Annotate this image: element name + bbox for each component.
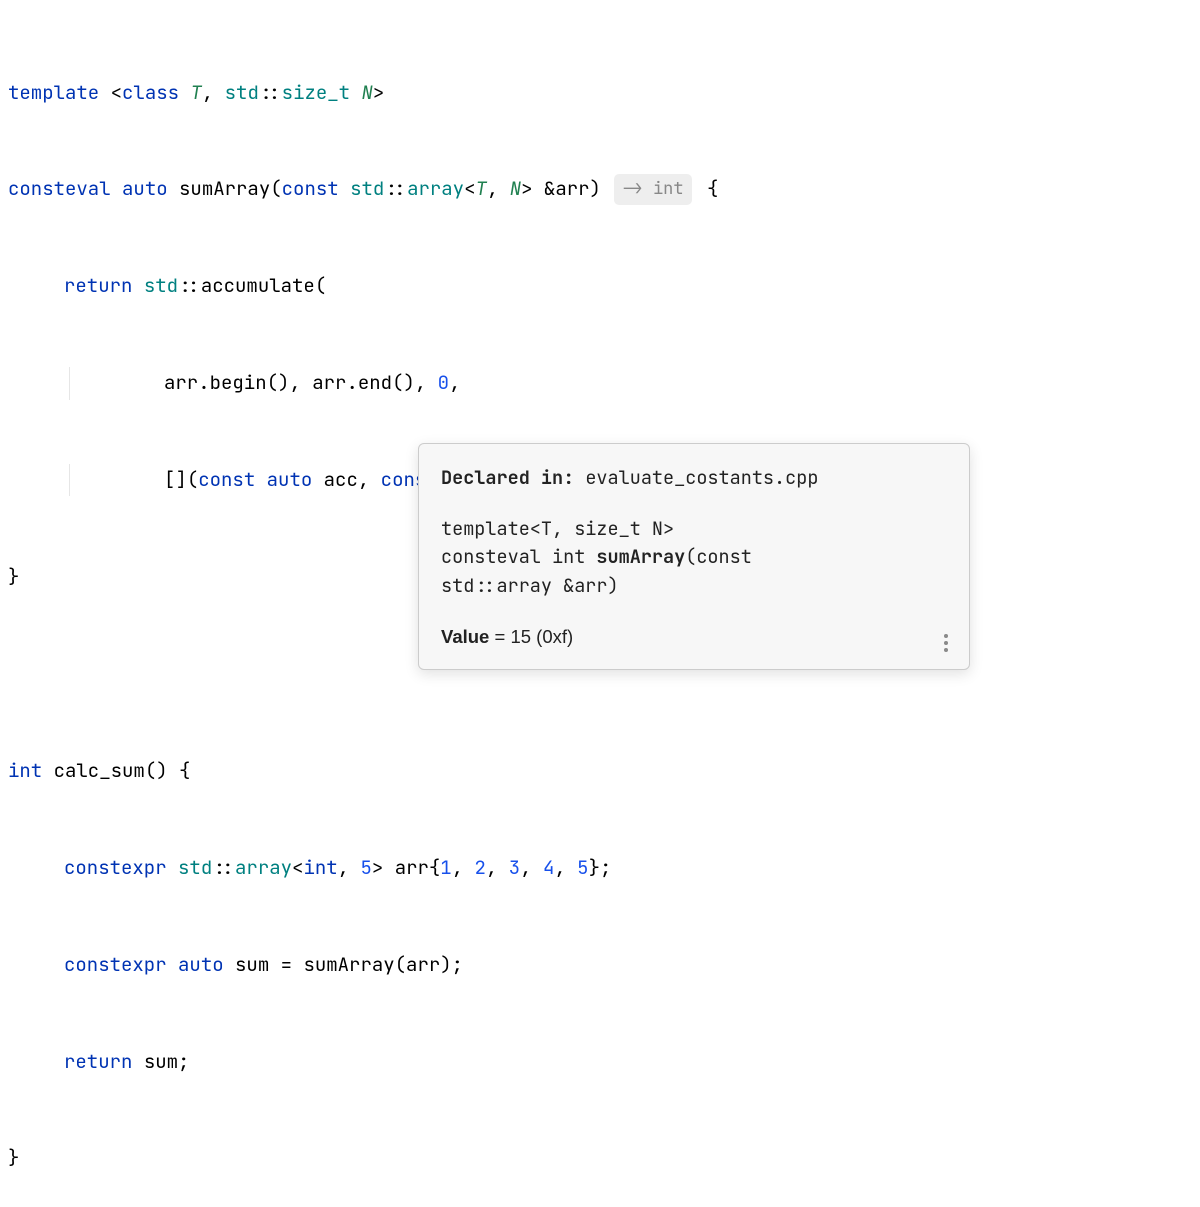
code-line: template <class T, std::size_t N> [8,77,1192,109]
code-line: return std::accumulate( [8,270,1192,302]
popup-signature-line: template<T, size_t N> [441,515,947,544]
code-line: consteval auto sumArray(const std::array… [8,173,1192,205]
code-line: return sum; [8,1046,1192,1078]
code-line: constexpr std::array<int, 5> arr{1, 2, 3… [8,852,1192,884]
code-line: constexpr auto sum = sumArray(arr); [8,949,1192,981]
code-line: arr.begin(), arr.end(), 0, [8,367,1192,399]
quick-documentation-popup[interactable]: Declared in: evaluate_costants.cpp templ… [418,443,970,670]
inlay-hint[interactable]: -> int [614,174,691,205]
popup-value: Value = 15 (0xf) [441,623,947,652]
kebab-menu-icon[interactable] [937,631,955,655]
popup-signature-line: consteval int sumArray(const [441,543,947,572]
popup-declared-in: Declared in: evaluate_costants.cpp [441,464,947,493]
code-line: int calc_sum() { [8,755,1192,787]
code-line: } [8,1142,1192,1174]
token-keyword: template [8,80,99,105]
popup-signature-line: std::array &arr) [441,572,947,601]
